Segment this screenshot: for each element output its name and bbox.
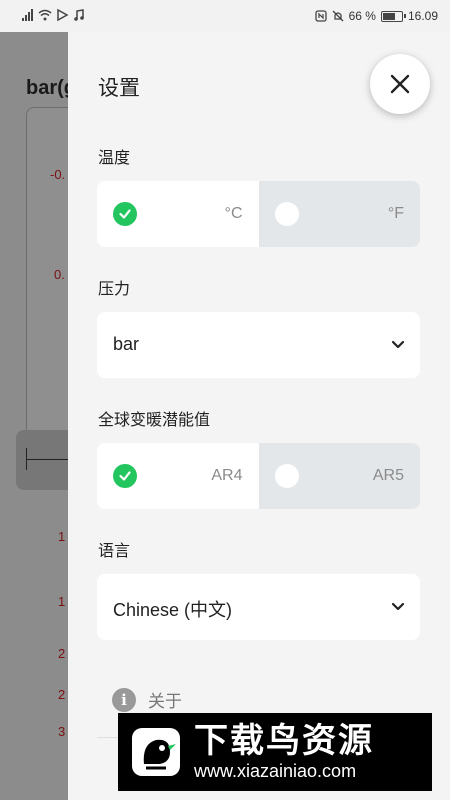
background-number: 1: [58, 594, 66, 609]
mute-bell-icon: [332, 10, 344, 22]
gwp-toggle: AR4 AR5: [97, 443, 420, 509]
option-fahrenheit[interactable]: °F: [258, 181, 420, 247]
chevron-down-icon: [391, 602, 405, 611]
background-number: 0.: [54, 267, 65, 282]
music-icon: [74, 9, 84, 21]
background-number: -0.: [50, 167, 66, 182]
radio-empty-icon: [274, 464, 299, 488]
about-label: 关于: [148, 692, 182, 711]
info-icon: i: [112, 687, 136, 712]
watermark-url: www.xiazainiao.com: [194, 761, 357, 781]
chevron-down-icon: [391, 340, 405, 349]
watermark: 下载鸟资源 www.xiazainiao.com: [118, 713, 432, 791]
bird-logo-icon: [126, 722, 186, 782]
battery-percent: 66 %: [348, 9, 376, 23]
background-number: 3: [58, 724, 66, 739]
pressure-label: 压力: [98, 281, 131, 298]
watermark-title: 下载鸟资源: [194, 722, 374, 760]
option-fahrenheit-label: °F: [387, 205, 404, 222]
close-icon: [390, 74, 410, 94]
temperature-toggle: °C °F: [97, 181, 420, 247]
settings-panel: 设置 温度 °C °F 压力 bar 全球变暖潜能值 AR4 AR5 语言 Ch…: [68, 32, 450, 800]
cast-icon: [57, 9, 69, 21]
clock: 16.09: [407, 9, 438, 23]
language-value: Chinese (中文): [113, 600, 233, 620]
option-ar5[interactable]: AR5: [258, 443, 420, 509]
background-number: 2: [58, 687, 66, 702]
background-title: bar(g: [26, 77, 68, 99]
language-label: 语言: [98, 543, 131, 560]
option-celsius[interactable]: °C: [97, 181, 259, 247]
radio-empty-icon: [274, 202, 299, 226]
option-celsius-label: °C: [224, 205, 243, 222]
wifi-icon: [38, 9, 52, 21]
check-circle-icon: [113, 202, 137, 226]
close-button[interactable]: [370, 54, 430, 114]
pressure-value: bar: [113, 334, 140, 354]
background-number: 1: [58, 529, 66, 544]
option-ar4[interactable]: AR4: [97, 443, 259, 509]
signal-icon: [22, 9, 33, 21]
temperature-label: 温度: [98, 150, 131, 167]
background-slider-band: [16, 430, 68, 490]
pressure-select[interactable]: bar: [97, 312, 420, 378]
check-circle-icon: [113, 464, 137, 488]
background-number: 2: [58, 646, 66, 661]
status-bar: 66 % 16.09: [0, 0, 450, 32]
option-ar4-label: AR4: [211, 467, 243, 484]
gwp-label: 全球变暖潜能值: [98, 412, 211, 429]
option-ar5-label: AR5: [372, 467, 404, 484]
language-select[interactable]: Chinese (中文): [97, 574, 420, 640]
battery-icon: [380, 10, 406, 22]
page-title: 设置: [98, 77, 140, 100]
background-app: bar(g -0. 0. 1 1 2 2 3: [0, 32, 68, 800]
nfc-icon: [314, 10, 327, 22]
about-item[interactable]: i 关于: [112, 687, 182, 712]
